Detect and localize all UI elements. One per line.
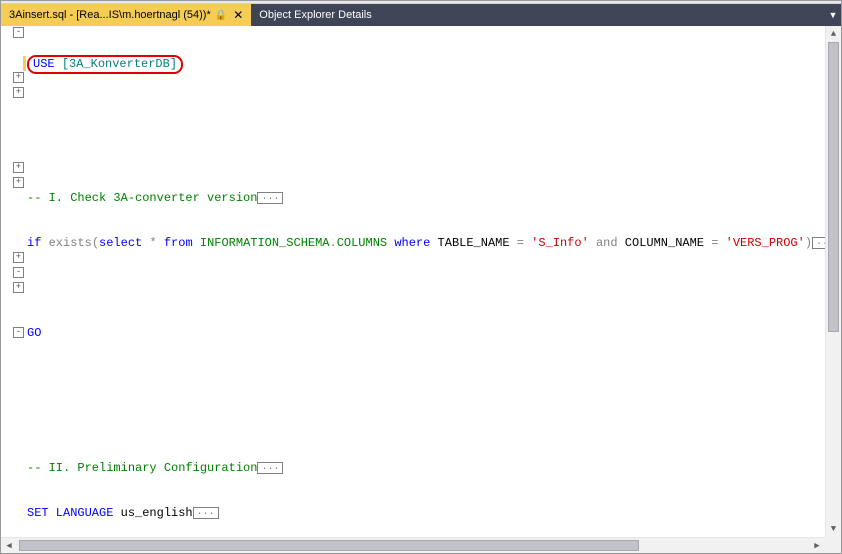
code-editor[interactable]: - + + + + + - + - USE [3A_KonverterDB] -… [1, 26, 841, 553]
scroll-down-arrow-icon[interactable]: ▼ [826, 521, 841, 537]
collapsed-region-indicator[interactable]: ... [257, 462, 283, 474]
scrollbar-corner [825, 537, 841, 553]
horizontal-scrollbar[interactable]: ◀ ▶ [1, 537, 825, 553]
outline-toggle[interactable]: + [13, 162, 24, 173]
scrollbar-track[interactable] [826, 42, 841, 521]
lock-icon: 🔒 [215, 10, 227, 21]
outline-toggle[interactable]: + [13, 177, 24, 188]
outline-toggle[interactable]: + [13, 87, 24, 98]
code-text[interactable]: USE [3A_KonverterDB] -- I. Check 3A-conv… [27, 26, 841, 553]
scrollbar-thumb[interactable] [19, 540, 639, 551]
scroll-left-arrow-icon[interactable]: ◀ [1, 538, 17, 554]
tab-object-explorer-details[interactable]: Object Explorer Details [251, 4, 380, 26]
scroll-up-arrow-icon[interactable]: ▲ [826, 26, 841, 42]
scroll-right-arrow-icon[interactable]: ▶ [809, 538, 825, 554]
tab-title: Object Explorer Details [259, 9, 372, 21]
vertical-scrollbar[interactable]: ▲ ▼ [825, 26, 841, 537]
close-icon[interactable]: ✕ [233, 9, 243, 21]
tab-overflow-dropdown[interactable]: ▼ [825, 4, 841, 26]
collapsed-region-indicator[interactable]: ... [193, 507, 219, 519]
tab-title: 3Ainsert.sql - [Rea...IS\m.hoertnagl (54… [9, 9, 211, 21]
outline-toggle[interactable]: - [13, 267, 24, 278]
collapsed-region-indicator[interactable]: ... [257, 192, 283, 204]
outline-toggle[interactable]: - [13, 27, 24, 38]
outline-toggle[interactable]: + [13, 252, 24, 263]
outlining-column: - + + + + + - + - [13, 26, 27, 553]
scrollbar-thumb[interactable] [828, 42, 839, 332]
document-tabs: 3Ainsert.sql - [Rea...IS\m.hoertnagl (54… [1, 4, 841, 26]
outline-toggle[interactable]: + [13, 72, 24, 83]
tab-3ainsert-sql[interactable]: 3Ainsert.sql - [Rea...IS\m.hoertnagl (54… [1, 4, 251, 26]
highlighted-use-db: USE [3A_KonverterDB] [27, 55, 183, 74]
outline-toggle[interactable]: + [13, 282, 24, 293]
editor-margin [1, 26, 13, 553]
outline-toggle[interactable]: - [13, 327, 24, 338]
